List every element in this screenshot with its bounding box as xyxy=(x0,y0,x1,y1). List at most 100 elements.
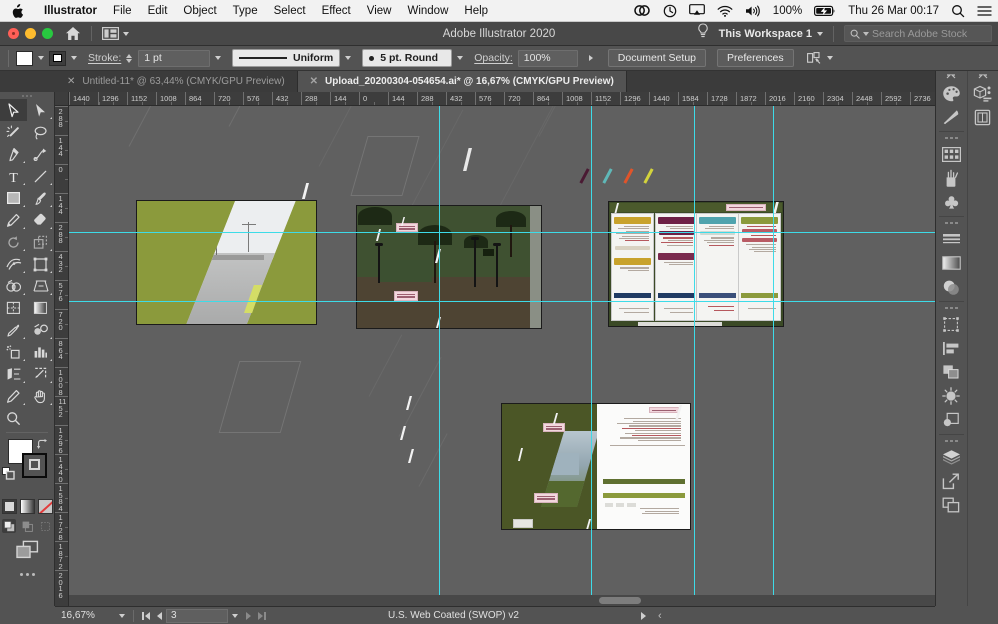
opacity-expand-icon[interactable] xyxy=(589,55,593,61)
scale-tool[interactable] xyxy=(27,231,54,253)
eyedropper-tool[interactable] xyxy=(0,319,27,341)
brushes-panel-icon[interactable] xyxy=(936,166,967,190)
direct-selection-tool[interactable] xyxy=(27,99,54,121)
status-collapse-icon[interactable]: ‹ xyxy=(658,610,662,622)
lasso-tool[interactable] xyxy=(27,121,54,143)
airplay-icon[interactable] xyxy=(683,4,711,17)
tools-panel-grip[interactable] xyxy=(0,92,54,99)
artboard-tool[interactable] xyxy=(0,363,27,385)
marker-wedge-e[interactable] xyxy=(406,396,412,410)
document-setup-button[interactable]: Document Setup xyxy=(608,49,706,67)
stroke-weight-stepper[interactable] xyxy=(126,54,132,63)
artboard-chevron-down-icon[interactable] xyxy=(232,614,238,618)
pen-tool[interactable] xyxy=(0,143,27,165)
menu-type[interactable]: Type xyxy=(225,5,266,17)
menu-edit[interactable]: Edit xyxy=(140,5,176,17)
guide-horizontal-2[interactable] xyxy=(69,301,935,302)
menu-effect[interactable]: Effect xyxy=(314,5,359,17)
layers-panel-icon[interactable] xyxy=(936,445,967,469)
appearance-panel-icon[interactable] xyxy=(936,384,967,408)
ruler-corner[interactable] xyxy=(55,92,69,106)
marker-wedge-b[interactable] xyxy=(463,148,472,171)
stroke-chevron-down-icon[interactable] xyxy=(71,56,77,60)
curvature-tool[interactable] xyxy=(27,143,54,165)
swatch-stroke-3[interactable] xyxy=(623,168,633,184)
menubar-clock[interactable]: Thu 26 Mar 00:17 xyxy=(842,5,945,17)
color-profile-label[interactable]: U.S. Web Coated (SWOP) v2 xyxy=(388,610,519,621)
free-transform-tool[interactable] xyxy=(27,253,54,275)
slice-tool[interactable] xyxy=(27,363,54,385)
magic-wand-tool[interactable] xyxy=(0,121,27,143)
pencil-tool[interactable] xyxy=(0,209,27,231)
transform-panel-icon[interactable] xyxy=(936,312,967,336)
select-similar-options-icon[interactable] xyxy=(807,52,833,65)
pencil-variant-tool[interactable] xyxy=(0,385,27,407)
stock-chevron-down-icon[interactable] xyxy=(863,32,869,36)
time-machine-icon[interactable] xyxy=(657,4,683,18)
toolbar-stroke-swatch[interactable] xyxy=(22,453,47,478)
close-icon[interactable]: ✕ xyxy=(310,76,318,87)
select-similar-chevron-down-icon[interactable] xyxy=(827,56,833,60)
rectangle-tool[interactable] xyxy=(0,187,27,209)
stroke-weight-input[interactable]: 1 pt xyxy=(138,50,210,67)
marker-wedge-g[interactable] xyxy=(408,449,414,463)
transparency-panel-icon[interactable] xyxy=(936,275,967,299)
brush-definition-select[interactable]: 5 pt. Round xyxy=(362,49,452,67)
zoom-level-control[interactable]: 16,67% xyxy=(61,610,115,621)
dock-collapse-icon[interactable] xyxy=(936,71,967,81)
guide-horizontal-1[interactable] xyxy=(69,232,935,233)
document-tab-upload-20200304[interactable]: ✕ Upload_20200304-054654.ai* @ 16,67% (C… xyxy=(298,71,627,92)
swap-fill-stroke-icon[interactable] xyxy=(36,437,48,455)
ghost-shape-1[interactable] xyxy=(350,136,419,196)
horizontal-scrollbar[interactable] xyxy=(69,595,935,606)
eraser-tool[interactable] xyxy=(27,209,54,231)
preferences-button[interactable]: Preferences xyxy=(717,49,794,67)
color-mode-icon[interactable] xyxy=(2,499,17,514)
change-screen-mode-icon[interactable] xyxy=(0,540,54,560)
selection-tool[interactable] xyxy=(0,99,27,121)
horizontal-ruler[interactable]: 1440 1296 1152 1008 864 720 576 432 288 … xyxy=(69,92,935,106)
apple-icon[interactable] xyxy=(0,4,36,18)
artboard-canvas[interactable] xyxy=(69,106,935,606)
volume-icon[interactable] xyxy=(739,5,767,17)
paintbrush-tool[interactable] xyxy=(27,187,54,209)
opacity-label[interactable]: Opacity: xyxy=(474,52,513,64)
align-panel-icon[interactable] xyxy=(936,336,967,360)
dock-grip-3[interactable] xyxy=(936,304,967,312)
gradient-panel-icon[interactable] xyxy=(936,251,967,275)
swatches-panel-icon[interactable] xyxy=(936,142,967,166)
minimize-button[interactable] xyxy=(25,28,36,39)
home-icon[interactable] xyxy=(65,26,81,41)
spotlight-search-icon[interactable] xyxy=(945,4,971,18)
guide-vertical-3[interactable] xyxy=(694,106,695,606)
draw-inside-icon[interactable] xyxy=(38,519,52,533)
document-info-panel-icon[interactable] xyxy=(968,105,998,129)
arrange-documents-icon[interactable] xyxy=(102,27,129,40)
brush-chevron-down-icon[interactable] xyxy=(457,56,463,60)
workspace-switcher[interactable]: This Workspace 1 xyxy=(719,28,823,40)
document-tab-untitled11[interactable]: ✕ Untitled-11* @ 63,44% (CMYK/GPU Previe… xyxy=(55,71,298,92)
menu-illustrator[interactable]: Illustrator xyxy=(36,5,105,17)
symbols-panel-icon[interactable] xyxy=(936,190,967,214)
blend-tool[interactable] xyxy=(27,319,54,341)
zoom-button[interactable] xyxy=(42,28,53,39)
stroke-color-swatch[interactable] xyxy=(49,51,66,66)
menu-window[interactable]: Window xyxy=(399,5,456,17)
swatch-stroke-4[interactable] xyxy=(643,168,653,184)
lightbulb-icon[interactable] xyxy=(697,23,709,44)
close-icon[interactable]: ✕ xyxy=(67,76,75,87)
fill-chevron-down-icon[interactable] xyxy=(38,56,44,60)
shape-builder-tool[interactable] xyxy=(0,275,27,297)
menu-help[interactable]: Help xyxy=(456,5,496,17)
workspace-chevron-down-icon[interactable] xyxy=(817,32,823,36)
asset-export-panel-icon[interactable] xyxy=(936,469,967,493)
dock-grip-2[interactable] xyxy=(936,219,967,227)
menu-file[interactable]: File xyxy=(105,5,140,17)
menu-select[interactable]: Select xyxy=(266,5,314,17)
draw-behind-icon[interactable] xyxy=(20,519,34,533)
fill-color-swatch[interactable] xyxy=(16,51,33,66)
artboard-number-input[interactable]: 3 xyxy=(166,609,228,623)
vertical-ruler[interactable]: 288 144 0 144 288 432 576 720 864 1008 1… xyxy=(55,106,69,606)
stroke-profile-chevron-down-icon[interactable] xyxy=(345,56,351,60)
opacity-input[interactable]: 100% xyxy=(518,50,578,67)
